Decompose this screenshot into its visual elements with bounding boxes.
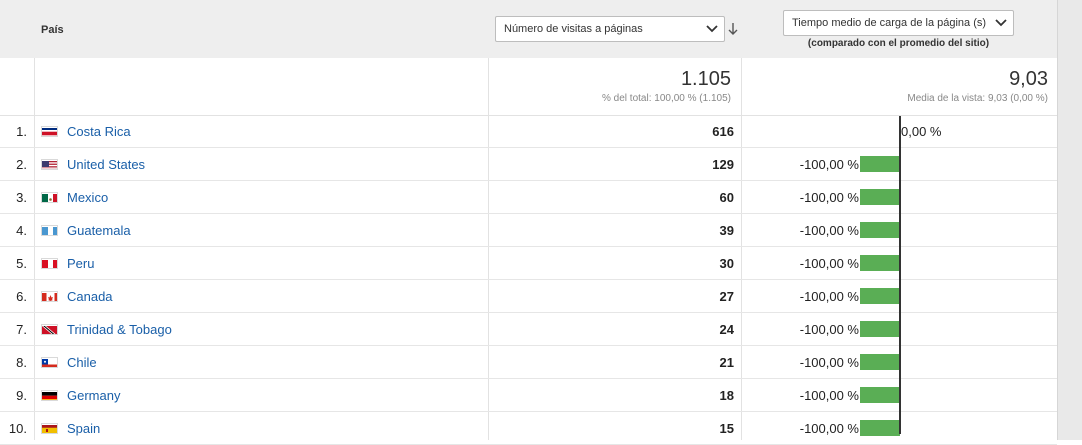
country-link[interactable]: Costa Rica (67, 124, 131, 139)
comparison-percent: -100,00 % (799, 421, 859, 436)
comparison-bar (860, 189, 900, 205)
comparison-percent: -100,00 % (799, 355, 859, 370)
row-index: 2. (16, 157, 27, 172)
comparison-percent: -100,00 % (799, 256, 859, 271)
visits-value: 60 (719, 190, 734, 205)
secondary-metric-dropdown[interactable]: Tiempo medio de carga de la página (s) (783, 10, 1014, 36)
totals-row: 1.105 % del total: 100,00 % (1.105) 9,03… (0, 58, 1057, 116)
country-link[interactable]: Peru (67, 256, 94, 271)
visits-value: 616 (712, 124, 734, 139)
visits-value: 39 (719, 223, 734, 238)
load-time-total: 9,03 (1009, 68, 1048, 90)
visits-total-subtext: % del total: 100,00 % (1.105) (602, 93, 731, 104)
visits-value: 27 (719, 289, 734, 304)
country-column-header[interactable]: País (41, 24, 64, 36)
comparison-note: (comparado con el promedio del sitio) (807, 38, 990, 49)
country-link[interactable]: Mexico (67, 190, 108, 205)
comparison-bar (860, 420, 900, 436)
united-states-flag (41, 159, 58, 170)
row-index: 4. (16, 223, 27, 238)
row-index: 3. (16, 190, 27, 205)
comparison-bar (860, 255, 900, 271)
row-index: 6. (16, 289, 27, 304)
comparison-percent: -100,00 % (799, 322, 859, 337)
comparison-percent: 0,00 % (901, 124, 942, 139)
comparison-percent: -100,00 % (799, 190, 859, 205)
primary-metric-dropdown[interactable]: Número de visitas a páginas (495, 16, 725, 42)
peru-flag (41, 258, 58, 269)
comparison-percent: -100,00 % (799, 289, 859, 304)
trinidad-tobago-flag (41, 324, 58, 335)
sort-descending-icon[interactable] (728, 22, 738, 36)
comparison-percent: -100,00 % (799, 157, 859, 172)
primary-metric-label: Número de visitas a páginas (504, 23, 643, 35)
country-link[interactable]: Canada (67, 289, 113, 304)
comparison-bar (860, 156, 900, 172)
country-link[interactable]: Chile (67, 355, 97, 370)
scroll-gutter (1057, 0, 1082, 440)
visits-total: 1.105 (680, 68, 731, 90)
row-index: 5. (16, 256, 27, 271)
country-link[interactable]: Guatemala (67, 223, 131, 238)
chevron-down-icon (706, 25, 718, 33)
comparison-bar (860, 321, 900, 337)
country-link[interactable]: Trinidad & Tobago (67, 322, 172, 337)
visits-value: 15 (719, 421, 734, 436)
canada-flag (41, 291, 58, 302)
comparison-bar (860, 387, 900, 403)
comparison-bar (860, 354, 900, 370)
table-header: País Número de visitas a páginas Tiempo … (0, 0, 1057, 59)
comparison-percent: -100,00 % (799, 223, 859, 238)
row-index: 7. (16, 322, 27, 337)
visits-value: 18 (719, 388, 734, 403)
country-link[interactable]: United States (67, 157, 145, 172)
germany-flag (41, 390, 58, 401)
chile-flag (41, 357, 58, 368)
chevron-down-icon (995, 19, 1007, 27)
visits-value: 21 (719, 355, 734, 370)
country-link[interactable]: Spain (67, 421, 100, 436)
row-index: 9. (16, 388, 27, 403)
comparison-bar (860, 288, 900, 304)
analytics-table: País Número de visitas a páginas Tiempo … (0, 0, 1082, 445)
visits-value: 30 (719, 256, 734, 271)
secondary-metric-label: Tiempo medio de carga de la página (s) (792, 17, 987, 29)
mexico-flag (41, 192, 58, 203)
comparison-bar (860, 222, 900, 238)
row-index: 10. (8, 421, 27, 436)
row-index: 1. (16, 124, 27, 139)
comparison-baseline (899, 116, 901, 434)
visits-value: 24 (719, 322, 734, 337)
visits-value: 129 (712, 157, 734, 172)
costa-rica-flag (41, 126, 58, 137)
row-index: 8. (16, 355, 27, 370)
guatemala-flag (41, 225, 58, 236)
load-time-subtext: Media de la vista: 9,03 (0,00 %) (907, 93, 1048, 104)
spain-flag (41, 423, 58, 434)
country-link[interactable]: Germany (67, 388, 120, 403)
comparison-percent: -100,00 % (799, 388, 859, 403)
